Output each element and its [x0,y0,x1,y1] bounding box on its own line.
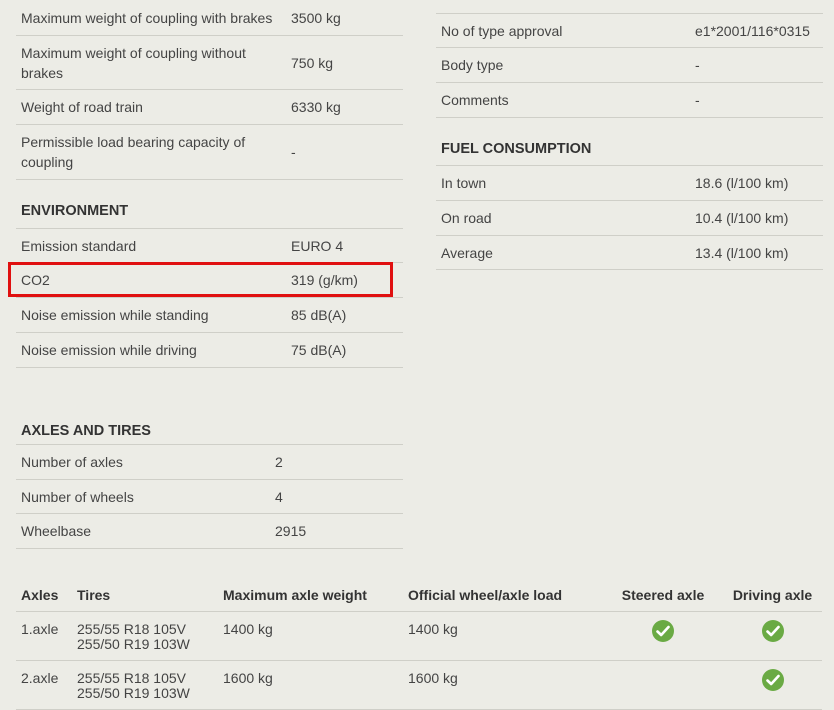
column-header: Axles [16,578,72,612]
divider [436,0,823,14]
column-header: Driving axle [723,578,822,612]
spec-row: Noise emission while driving 75 dB(A) [16,333,403,368]
spec-row: Maximum weight of coupling with brakes 3… [16,0,403,36]
spec-row: Maximum weight of coupling without brake… [16,36,403,90]
axle-cell: 1.axle [16,611,72,661]
spec-row: Average 13.4 (l/100 km) [436,236,823,270]
tires-cell: 255/55 R18 105V 255/50 R19 103W [72,660,218,710]
right-column: No of type approval e1*2001/116*0315 Bod… [436,0,823,270]
spec-value: 85 dB(A) [291,307,347,323]
spec-row: Comments - [436,83,823,118]
spec-label: No of type approval [441,22,563,39]
spec-label: Emission standard [21,237,137,254]
spec-value: 10.4 (l/100 km) [695,210,789,226]
spec-label: Number of axles [21,454,123,470]
column-header: Maximum axle weight [218,578,403,612]
spec-label: Noise emission while standing [21,307,209,323]
official-load-cell: 1400 kg [403,611,603,661]
steered-axle-cell [603,611,723,661]
spec-value: e1*2001/116*0315 [695,22,810,39]
spec-row: On road 10.4 (l/100 km) [436,201,823,236]
spec-value: 4 [275,488,283,505]
column-header: Official wheel/axle load [403,578,603,612]
spec-label: Permissible load bearing capacity of cou… [21,134,246,170]
spec-label: Maximum weight of coupling with brakes [21,9,273,26]
section-title-fuel-consumption: FUEL CONSUMPTION [436,118,823,166]
spec-value: EURO 4 [291,237,344,254]
tire-size: 255/50 R19 103W [77,685,190,701]
spec-value: 75 dB(A) [291,342,347,358]
spec-row: Permissible load bearing capacity of cou… [16,125,403,180]
table-row: 1.axle 255/55 R18 105V 255/50 R19 103W 1… [16,611,822,661]
spec-row: Number of wheels 4 [16,480,403,514]
driving-axle-cell [723,611,822,661]
driving-axle-cell [723,660,822,710]
spec-value: 2 [275,454,283,470]
spec-value: - [291,144,296,160]
tire-size: 255/55 R18 105V [77,621,186,637]
spec-label: Wheelbase [21,523,92,539]
column-header: Tires [72,578,218,612]
section-title-axles-tires: AXLES AND TIRES [16,409,403,445]
check-icon [652,620,674,642]
spec-value: - [695,57,700,73]
spec-row: In town 18.6 (l/100 km) [436,166,823,201]
spec-label: Average [441,244,493,261]
spec-label: Number of wheels [21,488,134,505]
axle-cell: 2.axle [16,660,72,710]
co2-highlight-box [8,262,393,297]
spec-row: Number of axles 2 [16,445,403,480]
spec-row: Wheelbase 2915 [16,514,403,549]
spec-label: In town [441,175,487,191]
column-header: Steered axle [603,578,723,612]
max-axle-weight-cell: 1600 kg [218,660,403,710]
spec-label: On road [441,210,492,226]
spec-label: Noise emission while driving [21,342,197,358]
spec-row: Noise emission while standing 85 dB(A) [16,298,403,333]
spec-value: - [695,92,700,108]
max-axle-weight-cell: 1400 kg [218,611,403,661]
check-icon [761,669,784,691]
official-load-cell: 1600 kg [403,660,603,710]
spec-label: Weight of road train [21,99,143,115]
spec-value: 6330 kg [291,99,341,115]
tire-size: 255/55 R18 105V [77,670,186,686]
axle-table-header-row: Axles Tires Maximum axle weight Official… [16,578,822,612]
spec-row: No of type approval e1*2001/116*0315 [436,14,823,48]
tire-size: 255/50 R19 103W [77,636,190,652]
section-title-environment: ENVIRONMENT [16,180,403,229]
spec-label: Comments [441,92,509,108]
spec-row: Body type - [436,48,823,83]
axle-table: Axles Tires Maximum axle weight Official… [16,578,822,710]
tires-cell: 255/55 R18 105V 255/50 R19 103W [72,611,218,661]
steered-axle-cell [603,660,723,710]
spec-row: Emission standard EURO 4 [16,229,403,263]
spec-value: 750 kg [291,54,334,71]
check-icon [761,620,784,642]
spec-value: 2915 [275,523,307,539]
spec-value: 13.4 (l/100 km) [695,244,789,261]
spec-label: Body type [441,57,504,73]
spec-value: 3500 kg [291,9,341,26]
spec-label: Maximum weight of coupling without brake… [21,44,246,81]
spec-row: Weight of road train 6330 kg [16,90,403,125]
table-row: 2.axle 255/55 R18 105V 255/50 R19 103W 1… [16,660,822,710]
spec-value: 18.6 (l/100 km) [695,175,789,191]
